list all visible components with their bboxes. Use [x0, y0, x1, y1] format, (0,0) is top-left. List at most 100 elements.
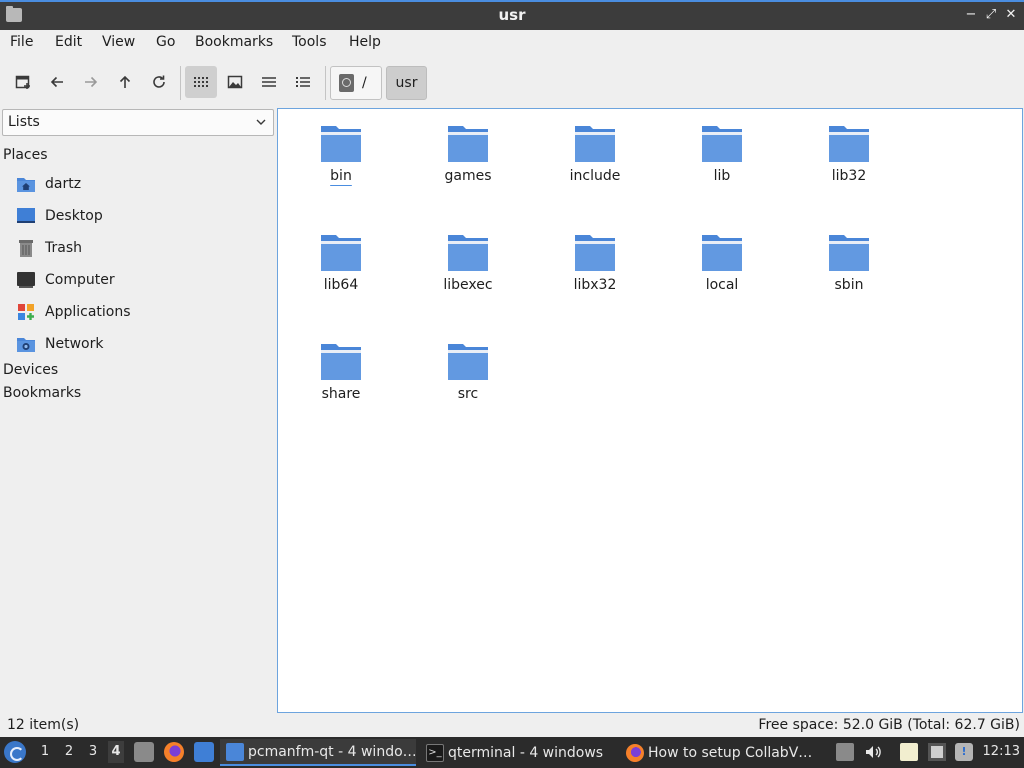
- thumbnail-view-button[interactable]: [219, 66, 251, 98]
- folder-item-bin[interactable]: bin: [291, 115, 391, 205]
- icon-view-button[interactable]: [185, 66, 217, 98]
- forward-button[interactable]: [75, 66, 107, 98]
- compact-view-icon: [262, 77, 276, 87]
- back-arrow-icon: [50, 76, 63, 88]
- trash-icon: [19, 240, 33, 257]
- sidebar-item-label: Trash: [45, 240, 82, 256]
- sidebar-item-applications[interactable]: Applications: [16, 299, 266, 325]
- sidebar-item-trash[interactable]: Trash: [16, 235, 266, 261]
- folder-name: games: [444, 168, 492, 184]
- path-button-usr[interactable]: usr: [386, 66, 427, 100]
- bookmarks-header[interactable]: Bookmarks: [3, 385, 81, 401]
- folder-item-lib64[interactable]: lib64: [291, 224, 391, 314]
- minimize-button[interactable]: −: [962, 5, 980, 25]
- folder-item-libx32[interactable]: libx32: [545, 224, 645, 314]
- folder-item-local[interactable]: local: [672, 224, 772, 314]
- folder-icon: [448, 344, 488, 380]
- computer-icon: [17, 272, 35, 288]
- task-firefox[interactable]: How to setup CollabV…: [620, 739, 816, 766]
- folder-name: local: [705, 277, 739, 293]
- folder-name: bin: [330, 168, 352, 184]
- update-notifier-icon[interactable]: !: [955, 743, 973, 761]
- sidebar-item-label: Applications: [45, 304, 131, 320]
- folder-name: share: [321, 386, 361, 402]
- back-button[interactable]: [41, 66, 73, 98]
- file-manager-icon[interactable]: [134, 742, 154, 762]
- network-tray-icon[interactable]: [928, 743, 946, 761]
- folder-icon: [448, 235, 488, 271]
- folder-item-lib[interactable]: lib: [672, 115, 772, 205]
- folder-name: lib32: [831, 168, 867, 184]
- folder-item-include[interactable]: include: [545, 115, 645, 205]
- menu-file[interactable]: File: [10, 34, 33, 50]
- folder-item-src[interactable]: src: [418, 333, 518, 423]
- firefox-icon[interactable]: [164, 742, 184, 762]
- folder-icon: [702, 235, 742, 271]
- close-button[interactable]: ✕: [1002, 5, 1020, 25]
- folder-icon: [575, 126, 615, 162]
- folder-icon: [226, 742, 244, 761]
- desktop-switch-3[interactable]: 3: [85, 744, 101, 759]
- sidebar-item-desktop[interactable]: Desktop: [16, 203, 266, 229]
- main-menu-icon[interactable]: [4, 741, 26, 763]
- folder-item-libexec[interactable]: libexec: [418, 224, 518, 314]
- toolbar-separator: [325, 66, 326, 100]
- sidebar-item-computer[interactable]: Computer: [16, 267, 266, 293]
- volume-icon[interactable]: [864, 743, 882, 761]
- menu-help[interactable]: Help: [349, 34, 381, 50]
- desktop-switch-4[interactable]: 4: [108, 741, 124, 763]
- thumbnail-view-icon: [227, 75, 243, 89]
- clock: 12:13: [982, 744, 1020, 759]
- folder-icon: [829, 235, 869, 271]
- sidebar-item-dartz[interactable]: dartz: [16, 171, 266, 197]
- sidebar-item-label: Desktop: [45, 208, 103, 224]
- menu-bookmarks[interactable]: Bookmarks: [195, 34, 273, 50]
- icon-view-icon: [194, 77, 208, 87]
- folder-item-lib32[interactable]: lib32: [799, 115, 899, 205]
- devices-header[interactable]: Devices: [3, 362, 58, 378]
- path-root-label: /: [362, 75, 367, 91]
- file-icon-view[interactable]: bin games include lib lib32 lib64 libexec libx3…: [277, 108, 1023, 713]
- compact-view-button[interactable]: [253, 66, 285, 98]
- folder-name: lib: [713, 168, 731, 184]
- sidebar-item-network[interactable]: Network: [16, 331, 266, 357]
- new-tab-button[interactable]: [7, 66, 39, 98]
- folder-name: libexec: [443, 277, 493, 293]
- folder-item-sbin[interactable]: sbin: [799, 224, 899, 314]
- task-qterminal[interactable]: >_ qterminal - 4 windows: [420, 739, 616, 766]
- desktop-icon[interactable]: [194, 742, 214, 762]
- maximize-button[interactable]: ⤢: [982, 5, 1000, 25]
- sidebar-mode-value: Lists: [8, 114, 40, 130]
- menu-edit[interactable]: Edit: [55, 34, 82, 50]
- up-arrow-icon: [119, 75, 131, 88]
- task-pcmanfm[interactable]: pcmanfm-qt - 4 windo…: [220, 739, 416, 766]
- folder-icon: [575, 235, 615, 271]
- folder-icon: [448, 126, 488, 162]
- detailed-list-button[interactable]: [287, 66, 319, 98]
- up-button[interactable]: [109, 66, 141, 98]
- desktop-switch-1[interactable]: 1: [37, 744, 53, 759]
- clipboard-icon[interactable]: [900, 743, 918, 761]
- menu-tools[interactable]: Tools: [292, 34, 327, 50]
- folder-icon: [321, 235, 361, 271]
- folder-name: src: [457, 386, 479, 402]
- places-header[interactable]: Places: [3, 147, 48, 163]
- chevron-down-icon: [256, 119, 266, 125]
- menu-go[interactable]: Go: [156, 34, 175, 50]
- folder-item-games[interactable]: games: [418, 115, 518, 205]
- desktop-switch-2[interactable]: 2: [61, 744, 77, 759]
- folder-item-share[interactable]: share: [291, 333, 391, 423]
- toolbar: / usr: [0, 60, 1024, 104]
- window-title: usr: [498, 6, 526, 24]
- sidebar-mode-select[interactable]: Lists: [2, 109, 274, 136]
- reload-button[interactable]: [143, 66, 175, 98]
- sidebar-item-label: dartz: [45, 176, 82, 192]
- reload-icon: [153, 75, 165, 88]
- storage-icon[interactable]: [836, 743, 854, 761]
- task-label: qterminal - 4 windows: [448, 744, 604, 761]
- menu-view[interactable]: View: [102, 34, 135, 50]
- path-button-root[interactable]: /: [330, 66, 382, 100]
- task-label: How to setup CollabV…: [648, 744, 813, 761]
- new-tab-icon: [15, 75, 30, 89]
- detailed-list-icon: [296, 77, 310, 87]
